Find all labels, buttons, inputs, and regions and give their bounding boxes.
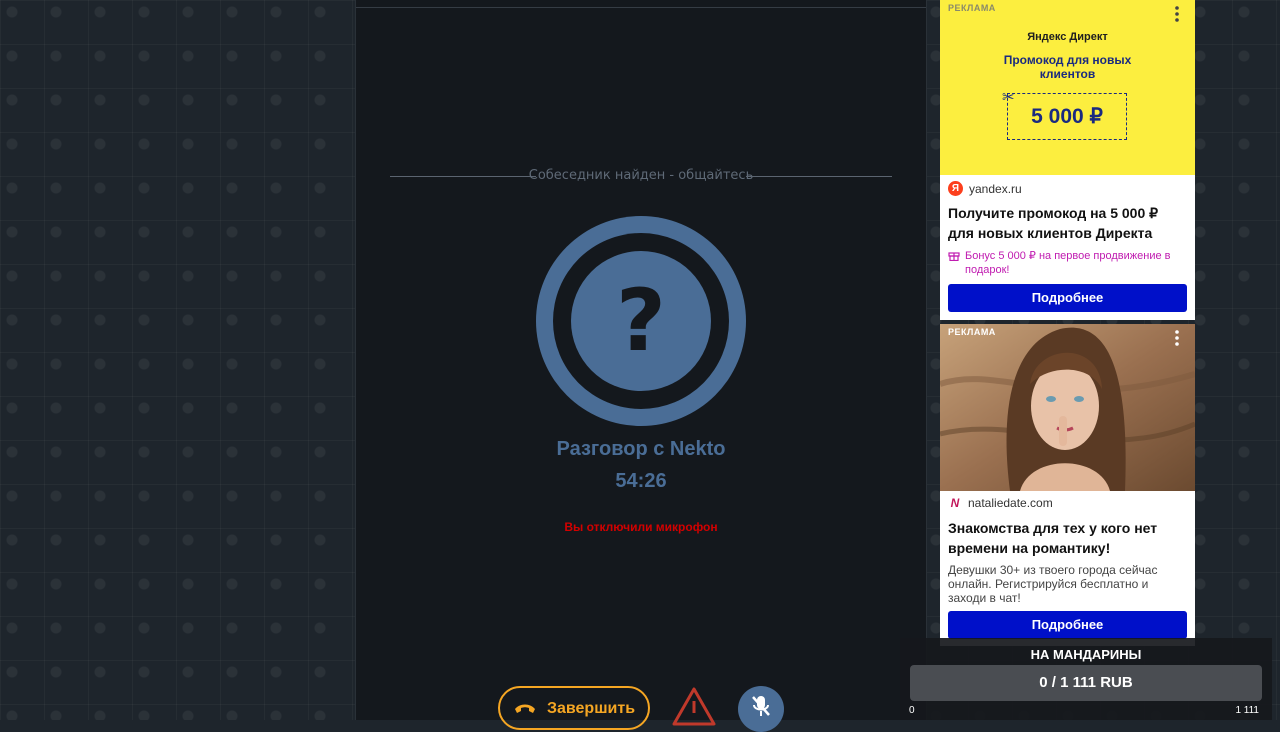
call-timer: 54:26 <box>615 470 667 492</box>
donation-title: НА МАНДАРИНЫ <box>1030 647 1142 662</box>
donation-progress-bar: 0 / 1 111 RUB <box>910 665 1262 701</box>
ad-source-domain: yandex.ru <box>969 181 1022 196</box>
divider-line-right <box>746 176 892 177</box>
ad-more-button[interactable]: Подробнее <box>948 611 1187 639</box>
ad-source-domain: nataliedate.com <box>968 496 1053 510</box>
ad-source[interactable]: Я yandex.ru <box>948 181 1022 196</box>
ad-label: РЕКЛАМА <box>948 327 996 337</box>
coupon-amount: 5 000 ₽ <box>1007 93 1127 140</box>
ad-column: РЕКЛАМА Яндекс Директ Промокод для новых… <box>940 0 1195 646</box>
woman-portrait-image <box>940 324 1195 491</box>
status-divider: Собеседник найден - общайтесь <box>390 168 892 184</box>
ad-more-button[interactable]: Подробнее <box>948 284 1187 312</box>
ad-title[interactable]: Знакомства для тех у кого нет времени на… <box>948 518 1187 558</box>
warning-report-icon[interactable] <box>672 686 716 726</box>
ad-source[interactable]: N nataliedate.com <box>948 496 1053 510</box>
ad-card-yandex[interactable]: РЕКЛАМА Яндекс Директ Промокод для новых… <box>940 0 1195 320</box>
mic-toggle-button[interactable] <box>738 686 784 732</box>
donation-min: 0 <box>909 705 915 716</box>
gift-icon <box>948 252 960 261</box>
donation-max: 1 111 <box>1235 705 1259 716</box>
donation-widget: НА МАНДАРИНЫ 0 / 1 111 RUB 0 1 111 <box>900 638 1272 720</box>
top-divider <box>356 7 926 8</box>
question-mark-icon: ? <box>571 251 711 391</box>
end-call-label: Завершить <box>546 700 636 717</box>
ad-card-dating[interactable]: РЕКЛАМА N nataliedate.com Знакомства для… <box>940 324 1195 646</box>
more-options-icon[interactable] <box>1169 5 1185 23</box>
mic-muted-warning: Вы отключили микрофон <box>564 520 718 534</box>
ad-label: РЕКЛАМА <box>948 3 996 13</box>
ad-bonus: Бонус 5 000 ₽ на первое продвижение в по… <box>948 249 1189 277</box>
chat-panel: Собеседник найден - общайтесь ? Разговор… <box>355 0 927 732</box>
ad-title[interactable]: Получите промокод на 5 000 ₽ для новых к… <box>948 203 1187 243</box>
phone-hangup-icon <box>514 704 535 713</box>
ad-banner[interactable]: РЕКЛАМА Яндекс Директ Промокод для новых… <box>940 0 1195 175</box>
conversation-title: Разговор с Nekto <box>556 438 726 460</box>
end-call-button[interactable]: Завершить <box>498 686 650 730</box>
yandex-logo-icon: Я <box>948 181 963 196</box>
anonymous-avatar: ? <box>536 216 746 426</box>
banner-brand: Яндекс Директ <box>1027 31 1108 43</box>
mic-muted-icon <box>752 696 770 716</box>
ad-bonus-text: Бонус 5 000 ₽ на первое продвижение в по… <box>965 250 1171 276</box>
nataliedate-logo-icon: N <box>950 496 960 510</box>
ad-description: Девушки 30+ из твоего города сейчас онла… <box>948 563 1158 605</box>
banner-headline: Промокод для новых клиентов <box>1003 53 1132 81</box>
more-options-icon[interactable] <box>1169 329 1185 347</box>
ad-photo[interactable]: РЕКЛАМА <box>940 324 1195 491</box>
